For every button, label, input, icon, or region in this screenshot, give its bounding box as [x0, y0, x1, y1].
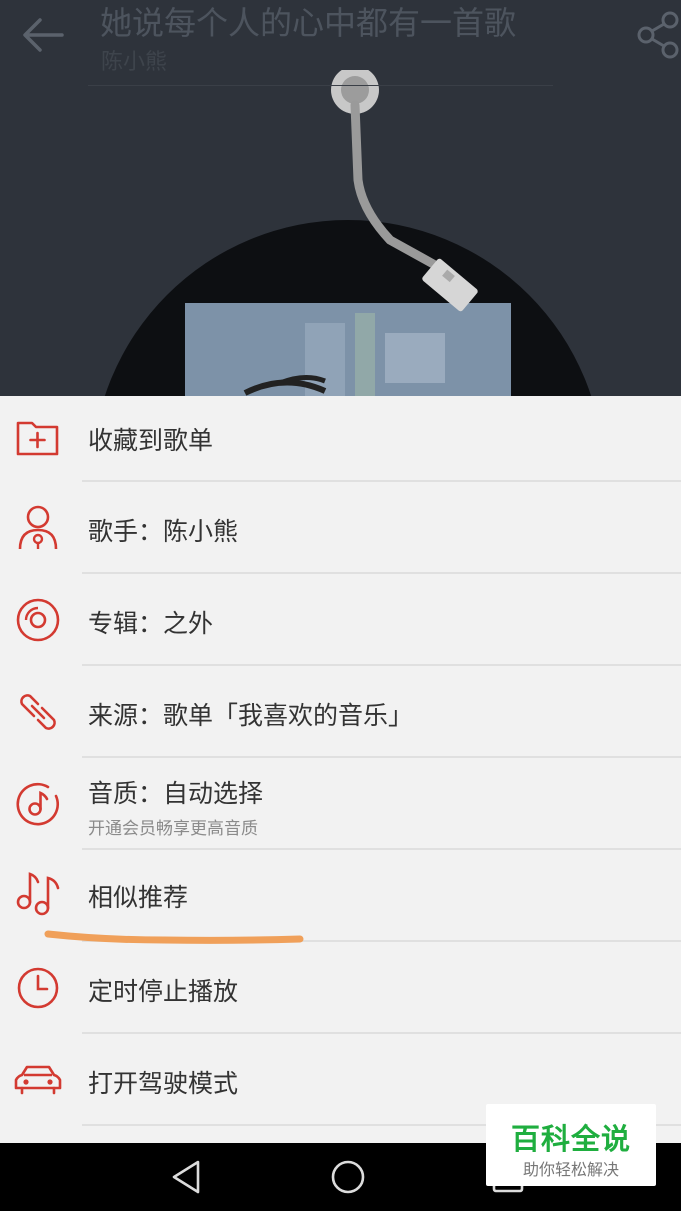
menu-item-label: 定时停止播放 — [88, 977, 239, 1006]
song-artist: 陈小熊 — [101, 50, 168, 75]
menu-item-sleep-timer[interactable]: 定时停止播放 — [0, 942, 681, 1034]
car-icon — [14, 1065, 62, 1095]
share-icon — [637, 11, 679, 59]
menu-item-label: 相似推荐 — [88, 883, 189, 912]
player-background: 她说每个人的心中都有一首歌 陈小熊 — [0, 0, 681, 396]
menu-item-label: 音质：自动选择 — [88, 779, 264, 808]
share-button[interactable] — [632, 10, 681, 60]
menu-item-singer[interactable]: 歌手：陈小熊 — [0, 482, 681, 574]
watermark-logo: 百科全说 助你轻松解决 — [486, 1104, 656, 1186]
nav-home-button[interactable] — [328, 1157, 368, 1197]
quality-note-icon — [16, 782, 60, 826]
arrow-left-icon — [23, 18, 64, 52]
link-icon — [20, 694, 56, 730]
clock-icon — [17, 967, 59, 1009]
back-button[interactable] — [18, 10, 70, 60]
song-options-sheet: 收藏到歌单 歌手：陈小熊 专辑：之外 来源：歌单「我喜欢的音乐」 音质：自动选择… — [0, 396, 681, 1143]
menu-item-source[interactable]: 来源：歌单「我喜欢的音乐」 — [0, 666, 681, 758]
watermark-subtitle: 助你轻松解决 — [522, 1160, 619, 1179]
menu-item-label: 歌手：陈小熊 — [88, 517, 239, 546]
folder-plus-icon — [16, 421, 59, 456]
menu-item-audio-quality[interactable]: 音质：自动选择 开通会员畅享更高音质 — [0, 758, 681, 850]
singer-icon — [18, 505, 58, 550]
topbar-divider — [88, 85, 553, 86]
menu-item-label: 专辑：之外 — [88, 609, 214, 638]
nav-back-button[interactable] — [168, 1157, 208, 1197]
album-disc-icon — [16, 598, 60, 642]
highlight-underline — [44, 930, 304, 944]
menu-item-add-to-playlist[interactable]: 收藏到歌单 — [0, 396, 681, 488]
menu-item-sublabel: 开通会员畅享更高音质 — [88, 819, 258, 839]
menu-item-album[interactable]: 专辑：之外 — [0, 574, 681, 666]
song-title: 她说每个人的心中都有一首歌 — [100, 4, 517, 42]
menu-item-label: 来源：歌单「我喜欢的音乐」 — [88, 701, 414, 730]
triangle-back-icon — [172, 1160, 200, 1194]
menu-item-label: 收藏到歌单 — [88, 426, 214, 455]
tonearm — [331, 70, 478, 312]
watermark-title: 百科全说 — [510, 1122, 631, 1156]
circle-home-icon — [331, 1160, 365, 1194]
menu-item-label: 打开驾驶模式 — [88, 1069, 239, 1098]
top-bar: 她说每个人的心中都有一首歌 陈小熊 — [0, 0, 681, 86]
music-notes-icon — [16, 872, 60, 916]
